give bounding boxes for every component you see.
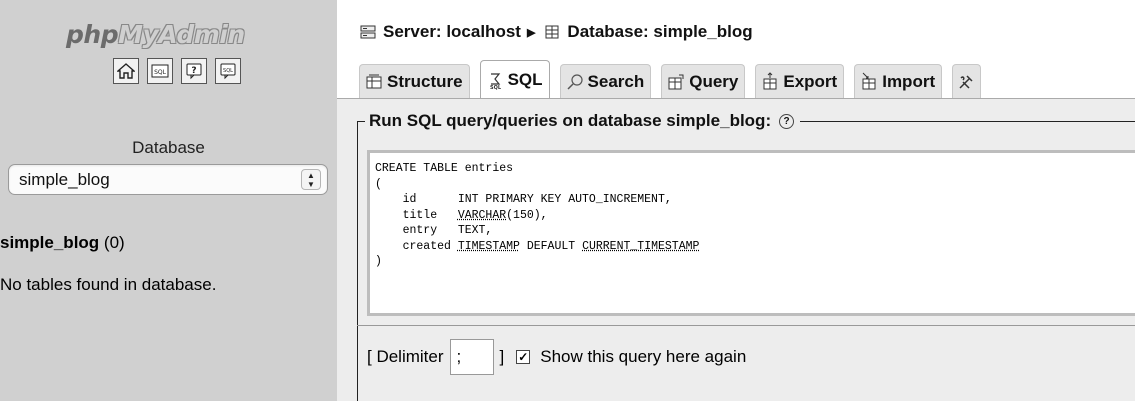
help-icon[interactable]: ? (181, 58, 207, 84)
fieldset-divider (357, 325, 1135, 326)
tab-operations[interactable] (952, 64, 982, 98)
delimiter-input[interactable]: ; (449, 339, 494, 375)
database-heading-name: simple_blog (0, 233, 100, 252)
sql-line: entry TEXT, (375, 224, 493, 237)
home-icon[interactable] (113, 58, 139, 84)
svg-text:?: ? (191, 66, 196, 76)
sql-line: id INT PRIMARY KEY AUTO_INCREMENT, (375, 193, 672, 206)
sql-query-icon[interactable]: SQL (147, 58, 173, 84)
tab-sql[interactable]: SQL SQL (479, 60, 550, 98)
no-tables-message: No tables found in database. (0, 275, 217, 294)
delimiter-label-open: [ Delimiter (367, 347, 444, 366)
sql-line: ( (375, 177, 382, 191)
breadcrumb-arrow-icon: ▶ (526, 26, 536, 39)
select-stepper-icon: ▲ ▼ (301, 169, 321, 190)
import-icon (862, 72, 876, 89)
tab-import-label: Import (882, 71, 936, 91)
database-select[interactable]: simple_blog ▲ ▼ (8, 164, 328, 195)
sql-line: title VARCHAR(150), (375, 208, 548, 222)
tab-query[interactable]: Query (661, 64, 746, 98)
tab-import[interactable]: Import (854, 64, 943, 98)
sql-legend-text: Run SQL query/queries on database simple… (369, 111, 772, 130)
sql-line: ) (375, 255, 382, 268)
sql-fieldset-legend: Run SQL query/queries on database simple… (365, 111, 801, 131)
tab-search-label: Search (587, 71, 645, 91)
logo-php: php (66, 20, 119, 49)
navigation-frame: phpMyAdmin SQL ? SQL Database simple_blo… (0, 0, 337, 401)
tab-sql-label: SQL (507, 69, 543, 89)
logo-myadmin: MyAdmin (118, 20, 245, 49)
show-query-checkbox[interactable]: ✓ (516, 350, 531, 364)
query-icon (668, 74, 684, 89)
sql-tab-content: Run SQL query/queries on database simple… (337, 98, 1135, 401)
tab-structure-label: Structure (387, 71, 463, 91)
sql-docs-icon[interactable]: SQL (215, 58, 241, 84)
nav-icon-row: SQL ? SQL (113, 58, 241, 84)
breadcrumb-database[interactable]: Database: simple_blog (567, 22, 752, 42)
database-table-count: (0) (103, 233, 125, 252)
tab-export[interactable]: Export (755, 64, 845, 98)
breadcrumb: Server: localhost ▶ Database: simple_blo… (359, 22, 753, 42)
sql-query-textarea[interactable]: CREATE TABLE entries ( id INT PRIMARY KE… (367, 150, 1135, 316)
phpmyadmin-logo[interactable]: phpMyAdmin (66, 20, 245, 49)
sql-keyword-link[interactable]: VARCHAR (458, 209, 506, 222)
operations-icon (959, 74, 973, 89)
show-query-label[interactable]: Show this query here again (540, 347, 746, 367)
database-heading[interactable]: simple_blog (0) (0, 233, 125, 253)
svg-text:SQL: SQL (223, 68, 233, 74)
svg-text:SQL: SQL (154, 69, 167, 76)
sql-line: created TIMESTAMP DEFAULT CURRENT_TIMEST… (375, 239, 700, 253)
tab-structure[interactable]: Structure (359, 64, 470, 98)
sql-line: CREATE TABLE entries (375, 162, 514, 175)
sql-keyword-link[interactable]: CURRENT_TIMESTAMP (582, 240, 699, 253)
server-icon (360, 25, 376, 39)
svg-text:SQL: SQL (490, 85, 502, 90)
breadcrumb-server[interactable]: Server: localhost (383, 22, 521, 42)
database-select-value: simple_blog (19, 170, 110, 189)
sql-keyword-link[interactable]: TIMESTAMP (458, 240, 520, 253)
help-icon[interactable]: ? (779, 113, 795, 129)
delimiter-label-close: ] (499, 347, 505, 366)
database-label: Database (132, 138, 205, 157)
tab-export-label: Export (783, 71, 838, 91)
structure-icon (366, 74, 382, 88)
tab-search[interactable]: Search (559, 64, 652, 98)
database-icon (545, 25, 559, 39)
export-icon (763, 71, 777, 89)
delimiter-row: [ Delimiter ; ] ✓ Show this query here a… (367, 339, 746, 375)
sql-icon: SQL (490, 72, 502, 90)
tab-bar: Structure SQL SQL Search Query Export Im… (359, 60, 991, 98)
search-icon (567, 73, 583, 90)
tab-query-label: Query (689, 71, 739, 91)
main-frame: Server: localhost ▶ Database: simple_blo… (337, 0, 1135, 401)
